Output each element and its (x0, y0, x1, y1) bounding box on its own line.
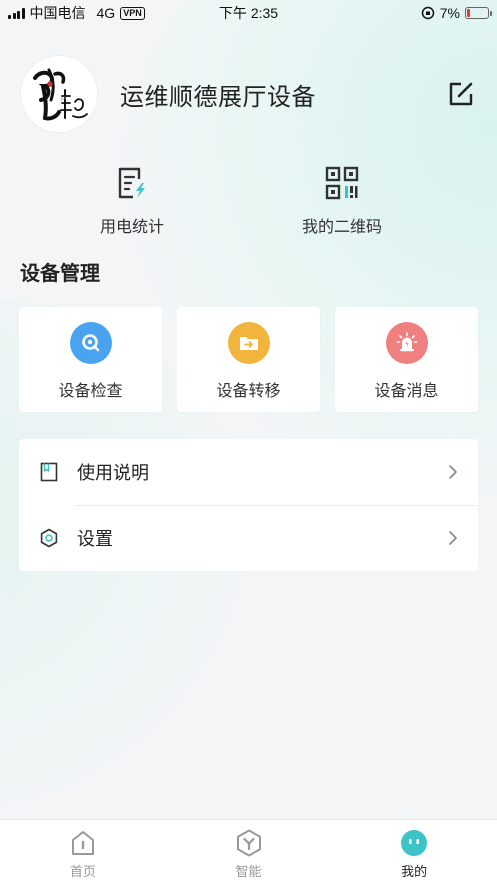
device-transfer-card[interactable]: 设备转移 (177, 307, 320, 412)
edit-icon (449, 82, 473, 106)
device-card-label: 设备消息 (374, 383, 439, 400)
menu-item-manual[interactable]: 使用说明 (19, 439, 478, 505)
svg-text:JIA: JIA (60, 96, 66, 101)
profile-face-icon (400, 829, 428, 857)
menu-item-label: 使用说明 (77, 463, 149, 483)
device-message-card[interactable]: 设备消息 (335, 307, 478, 412)
home-icon (69, 829, 97, 857)
network-label: 4G (96, 5, 116, 21)
menu-item-label: 设置 (77, 529, 113, 549)
device-check-icon (69, 322, 112, 364)
calligraphy-logo-icon: JIA (33, 68, 88, 121)
tab-profile[interactable]: 我的 (331, 820, 497, 883)
device-card-label: 设备检查 (58, 383, 123, 400)
status-bar: 中国电信 4G VPN 下午 2:35 7% (0, 0, 497, 26)
tab-home[interactable]: 首页 (0, 820, 166, 883)
device-check-card[interactable]: 设备检查 (19, 307, 162, 412)
profile-header: JIA 运维顺德展厅设备 (20, 54, 477, 134)
signal-icon (8, 7, 25, 19)
tab-smart[interactable]: 智能 (166, 820, 332, 883)
menu-item-settings[interactable]: 设置 (19, 505, 478, 571)
avatar[interactable]: JIA (20, 55, 98, 133)
smart-icon (235, 829, 263, 857)
edit-profile-button[interactable] (445, 78, 477, 110)
orientation-lock-icon (421, 6, 435, 20)
quick-action-label: 用电统计 (99, 219, 164, 236)
status-time: 下午 2:35 (218, 5, 279, 21)
device-transfer-icon (227, 322, 270, 364)
bottom-tab-bar: 首页 智能 我的 (0, 819, 497, 883)
qr-code-icon (325, 166, 359, 200)
power-stats-icon (118, 167, 145, 199)
device-message-icon (385, 322, 428, 364)
chevron-right-icon (446, 528, 460, 548)
tab-label: 我的 (401, 864, 428, 879)
settings-icon (39, 528, 59, 548)
manual-icon (39, 462, 59, 482)
tab-label: 智能 (235, 864, 262, 879)
quick-action-qr-code[interactable]: 我的二维码 (250, 163, 434, 237)
quick-action-power-stats[interactable]: 用电统计 (0, 163, 220, 237)
settings-menu: 使用说明 设置 (19, 439, 478, 571)
battery-icon (465, 7, 492, 19)
quick-action-label: 我的二维码 (301, 219, 382, 236)
tab-label: 首页 (69, 864, 96, 879)
vpn-badge: VPN (120, 6, 145, 20)
section-title-device-management: 设备管理 (20, 263, 100, 285)
quick-actions: 用电统计 我的二维码 (0, 163, 497, 237)
chevron-right-icon (446, 462, 460, 482)
carrier-label: 中国电信 (29, 5, 86, 21)
profile-name: 运维顺德展厅设备 (120, 83, 316, 111)
battery-percent: 7% (439, 5, 460, 21)
device-card-grid: 设备检查 设备转移 设备消息 (19, 307, 478, 412)
device-card-label: 设备转移 (216, 383, 281, 400)
